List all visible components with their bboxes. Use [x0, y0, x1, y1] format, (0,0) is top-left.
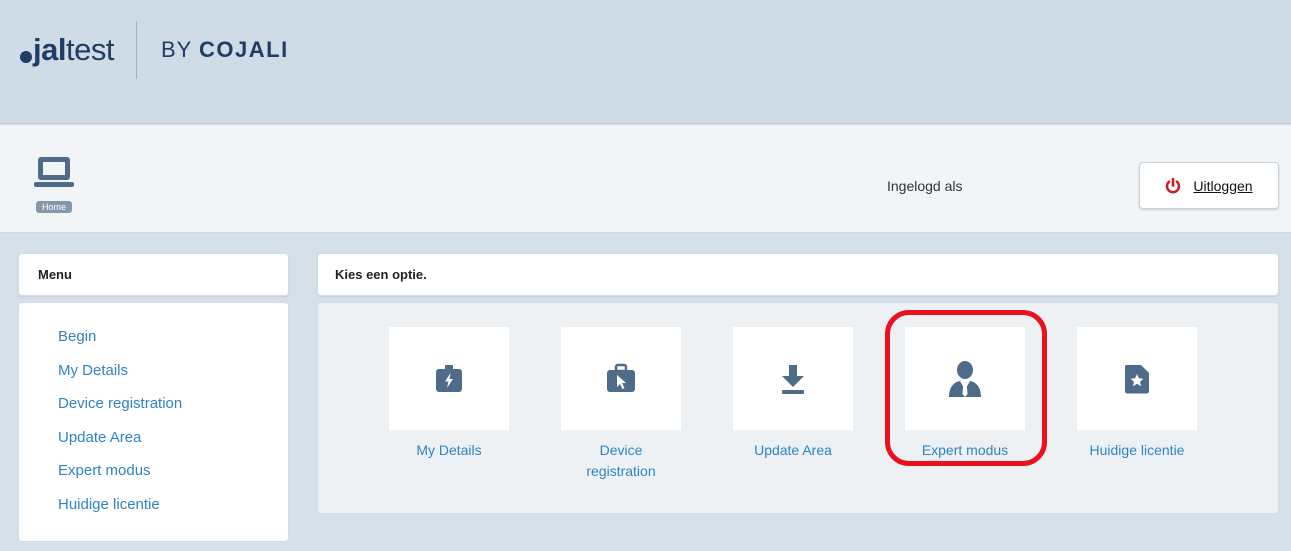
logged-in-label: Ingelogd als	[887, 178, 963, 194]
menu-item-my-details[interactable]: My Details	[58, 359, 288, 383]
home-link[interactable]: Home	[26, 155, 82, 215]
license-star-icon	[1125, 364, 1149, 393]
menu-panel: Begin My Details Device registration Upd…	[18, 302, 289, 542]
main-header: Kies een optie.	[317, 253, 1279, 296]
menu-item-expert-modus[interactable]: Expert modus	[58, 459, 288, 483]
tile-expert-modus[interactable]: Expert modus	[905, 327, 1025, 461]
menu-item-huidige-licentie[interactable]: Huidige licentie	[58, 493, 288, 517]
jaltest-logo: jaltest BY COJALI	[20, 20, 289, 80]
laptop-icon	[34, 157, 74, 187]
tile-my-details[interactable]: My Details	[389, 327, 509, 461]
menu-item-device-registration[interactable]: Device registration	[58, 392, 288, 416]
tile-device-registration[interactable]: Device registration	[561, 327, 681, 482]
home-label: Home	[35, 201, 72, 213]
power-icon	[1166, 177, 1181, 193]
logout-button[interactable]: Uitloggen	[1139, 162, 1279, 209]
logo-dot	[20, 51, 32, 63]
logo-wordmark: jaltest	[33, 32, 114, 67]
tile-huidige-licentie[interactable]: Huidige licentie	[1077, 327, 1197, 461]
tile-label: Device registration	[586, 442, 656, 479]
logo-separator	[135, 21, 137, 79]
menu-item-begin[interactable]: Begin	[58, 325, 288, 349]
menu-item-update-area[interactable]: Update Area	[58, 426, 288, 450]
user-bar: Home Ingelogd als Uitloggen	[0, 125, 1291, 233]
logout-label: Uitloggen	[1193, 177, 1253, 194]
brand-bar: jaltest BY COJALI	[0, 0, 1291, 124]
options-panel: My Details Device registration Update Ar…	[317, 302, 1279, 514]
tile-label: Update Area	[754, 442, 832, 458]
tile-label: Expert modus	[921, 442, 1009, 458]
logo-by-cojali: BY COJALI	[160, 37, 289, 62]
tile-label: Huidige licentie	[1089, 442, 1185, 458]
tile-update-area[interactable]: Update Area	[733, 327, 853, 461]
id-card-bolt-icon	[436, 364, 462, 392]
tile-label: My Details	[416, 442, 482, 458]
menu-header: Menu	[18, 253, 289, 296]
expert-user-icon	[949, 360, 981, 397]
download-icon	[782, 364, 804, 394]
briefcase-cursor-icon	[607, 363, 635, 392]
